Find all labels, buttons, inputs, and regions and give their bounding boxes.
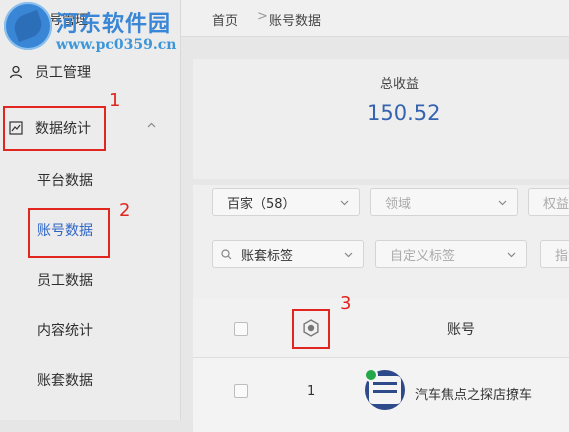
search-icon: [221, 248, 232, 259]
rights-select[interactable]: 权益: [528, 188, 569, 216]
chevron-up-icon: [147, 122, 156, 128]
platform-select[interactable]: 百家（58）: [212, 188, 360, 216]
main-content: 总收益 150.52 百家（58） 领域 权益 账套标签 自定义标签 指 账号: [181, 37, 569, 432]
custom-tag-select[interactable]: 自定义标签: [375, 240, 527, 268]
breadcrumb: 首页 > 账号数据: [181, 0, 569, 37]
sidebar-item-label: 内容统计: [37, 323, 93, 339]
account-set-tag-select[interactable]: 账套标签: [212, 240, 364, 268]
watermark-url: www.pc0359.cn: [56, 37, 177, 53]
annotation-number-2: 2: [119, 200, 131, 221]
user-icon: [9, 65, 23, 79]
breadcrumb-home[interactable]: 首页: [212, 10, 238, 29]
chevron-down-icon: [507, 252, 516, 258]
annotation-box-2: [28, 208, 110, 258]
chevron-down-icon: [498, 200, 507, 206]
sidebar-item-content-statistics[interactable]: 内容统计: [0, 305, 180, 355]
annotation-box-1: [3, 106, 106, 151]
select-all-checkbox[interactable]: [234, 322, 248, 336]
row-checkbox[interactable]: [234, 384, 248, 398]
sidebar-item-label: 账套数据: [37, 373, 93, 389]
chevron-down-icon: [344, 252, 353, 258]
field-select-placeholder: 领域: [385, 196, 412, 212]
extra-filter-select[interactable]: 指: [540, 240, 569, 268]
watermark-logo-icon: [4, 2, 52, 50]
account-column-header: 账号: [447, 322, 475, 338]
annotation-box-3: [292, 309, 330, 349]
chevron-down-icon: [340, 200, 349, 206]
annotation-number-3: 3: [340, 293, 352, 314]
breadcrumb-current: 账号数据: [269, 14, 322, 29]
total-earnings-label: 总收益: [380, 77, 420, 92]
sidebar-item-label: 员工数据: [37, 273, 93, 289]
sidebar-item-label: 平台数据: [37, 173, 93, 189]
table-row: 1 汽车焦点之探店撩车: [193, 358, 569, 432]
breadcrumb-separator: >: [257, 9, 268, 24]
sidebar-item-employee-data[interactable]: 员工数据: [0, 255, 180, 305]
account-name[interactable]: 汽车焦点之探店撩车: [415, 384, 532, 403]
total-earnings-value: 150.52: [367, 101, 441, 125]
watermark-site-name: 河东软件园: [56, 12, 172, 37]
sidebar-item-platform-data[interactable]: 平台数据: [0, 155, 180, 205]
row-index: 1: [307, 384, 316, 399]
sidebar-item-account-set-data[interactable]: 账套数据: [0, 355, 180, 405]
custom-tag-placeholder: 自定义标签: [390, 248, 456, 264]
annotation-number-1: 1: [109, 90, 121, 111]
sidebar-item-label: 员工管理: [35, 65, 91, 81]
rights-select-placeholder: 权益: [543, 196, 569, 212]
extra-filter-placeholder: 指: [555, 248, 569, 264]
watermark: 账号管理 河东软件园 www.pc0359.cn: [0, 0, 210, 64]
summary-card: 总收益 150.52: [193, 59, 569, 179]
online-status-dot: [364, 368, 378, 382]
field-select[interactable]: 领域: [370, 188, 518, 216]
table-header: 账号: [193, 299, 569, 358]
account-set-tag-label: 账套标签: [241, 248, 294, 264]
platform-select-value: 百家（58）: [227, 196, 296, 212]
